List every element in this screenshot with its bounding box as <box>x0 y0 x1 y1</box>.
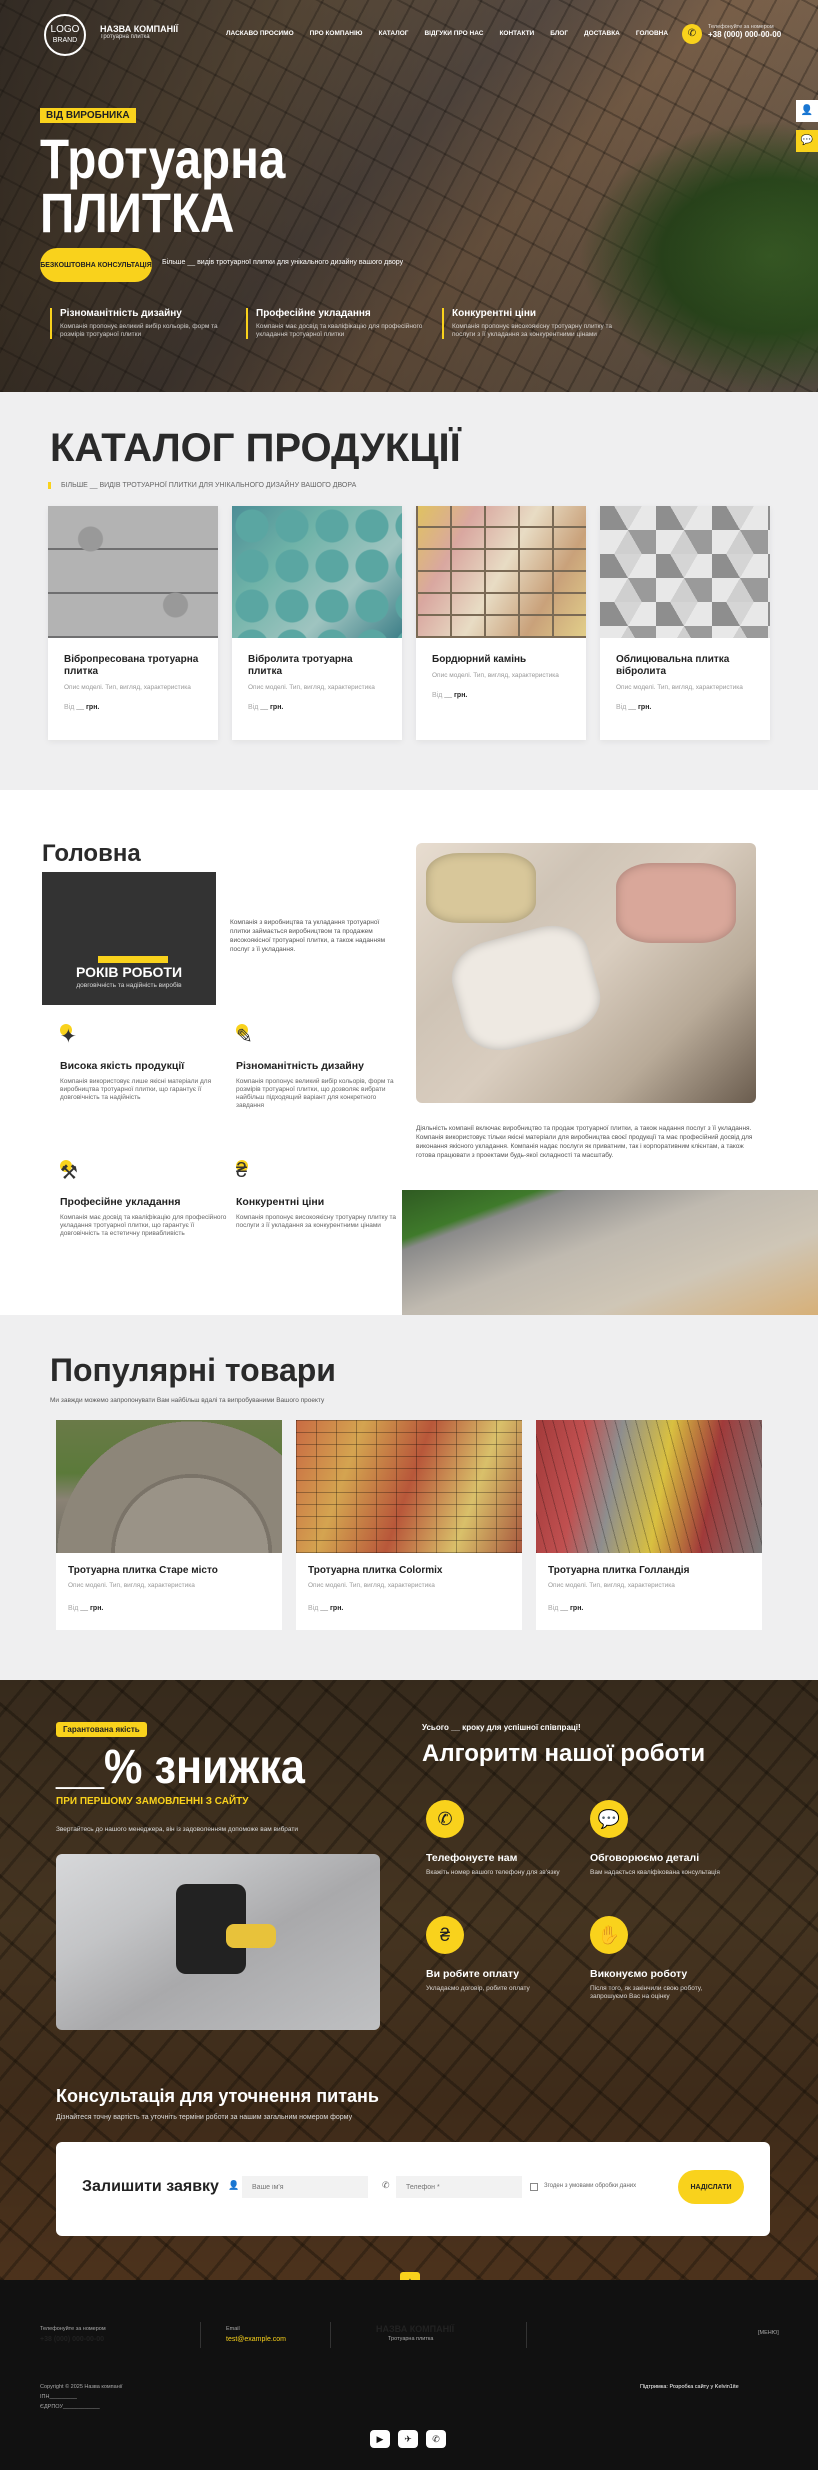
about-text: Компанія з виробництва та укладання трот… <box>230 919 386 953</box>
about-description: Діяльність компанії включає виробництво … <box>416 1125 753 1159</box>
company-name: НАЗВА КОМПАНІЇ Тротуарна плитка <box>100 24 179 40</box>
nav-item[interactable]: КОНТАКТИ <box>499 30 534 37</box>
agree-checkbox[interactable] <box>530 2183 538 2191</box>
design-icon: ✎ <box>236 1024 266 1050</box>
agree-label: Згоден з умовами обробки даних <box>544 2183 637 2189</box>
product-card[interactable]: Бордюрний камінь Опис моделі. Тип, вигляд… <box>416 506 586 740</box>
popular-title: Популярні товари <box>50 1352 336 1388</box>
advantage: ✦ Висока якість продукції Компанія викорис… <box>60 1024 212 1101</box>
product-image <box>48 506 218 638</box>
consultation-title: Консультація для уточнення питань <box>56 2086 379 2106</box>
nav-item[interactable]: КАТАЛОГ <box>378 30 408 37</box>
hero-title: Тротуарна <box>40 127 286 190</box>
product-card[interactable]: Вібролита тротуарна плитка Опис моделі. Т… <box>232 506 402 740</box>
nav-item[interactable]: ПРО КОМПАНІЮ <box>310 30 363 37</box>
algorithm-title: Алгоритм нашої роботи <box>422 1740 706 1767</box>
footer-phone[interactable]: +38 (000) 000-00-00 <box>40 2336 104 2343</box>
product-image <box>536 1420 762 1553</box>
step: 💬 Обговорюємо деталі Вам надається кваліфі… <box>590 1800 740 1877</box>
product-image <box>232 506 402 638</box>
hero-badge: ВІД ВИРОБНИКА <box>40 108 136 123</box>
algorithm-pretitle: Усього __ кроку для успішної співпраці! <box>422 1723 581 1732</box>
developer-link[interactable]: Підтримка: Розробка сайту у Kelvin1ite <box>640 2384 739 2390</box>
popular-card[interactable]: Тротуарна плитка Colormix Опис моделі. Ти… <box>296 1420 522 1630</box>
product-card[interactable]: Вібропресована тротуарна плитка Опис моде… <box>48 506 218 740</box>
logo[interactable]: LOGO BRAND <box>44 14 86 56</box>
hero-subtitle: Більше __ видів тротуарної плитки для ун… <box>162 259 404 266</box>
discount-subtitle: ПРИ ПЕРШОМУ ЗАМОВЛЕННІ З САЙТУ <box>56 1796 249 1807</box>
catalog-subtitle: БІЛЬШЕ __ ВИДІВ ТРОТУАРНОЇ ПЛИТКИ ДЛЯ УН… <box>48 482 356 489</box>
phone-icon[interactable]: ✆ <box>682 24 702 44</box>
product-card[interactable]: Облицювальна плитка вібролита Опис моделі… <box>600 506 770 740</box>
hero-feature: Професійне укладання Компанія має досвід … <box>246 308 436 339</box>
nav-item[interactable]: ВІДГУКИ ПРО НАС <box>424 30 483 37</box>
send-button[interactable]: НАДІСЛАТИ <box>678 2170 744 2204</box>
phone-input[interactable] <box>396 2176 522 2198</box>
chat-icon: 💬 <box>590 1800 628 1838</box>
request-form: Залишити заявку 👤 ✆ Згоден з умовами обр… <box>56 2142 770 2236</box>
advantage: ₴ Конкурентні ціни Компанія пропонує висок… <box>236 1160 397 1229</box>
laying-photo <box>56 1854 380 2030</box>
main-nav: ЛАСКАВО ПРОСИМО ПРО КОМПАНІЮ КАТАЛОГ ВІД… <box>226 30 668 37</box>
consultation-button[interactable]: БЕЗКОШТОВНА КОНСУЛЬТАЦІЯ <box>40 248 152 282</box>
form-title: Залишити заявку <box>82 2178 219 2195</box>
step: ₴ Ви робите оплату Укладаємо договір, роби… <box>426 1916 576 1993</box>
hand-icon: ✋ <box>590 1916 628 1954</box>
step: ✆ Телефонуєте нам Вкажіть номер вашого тел… <box>426 1800 576 1877</box>
product-image <box>416 506 586 638</box>
consultation-subtitle: Дізнайтеся точну вартість та уточніть те… <box>56 2114 353 2121</box>
user-icon[interactable]: 👤 <box>796 100 818 122</box>
chat-icon[interactable]: 💬 <box>796 130 818 152</box>
footer-email[interactable]: test@example.com <box>226 2336 286 2343</box>
promo-text: Звертайтесь до нашого менеджера, він із … <box>56 1826 298 1833</box>
tile-photo <box>416 843 756 1103</box>
popular-card[interactable]: Тротуарна плитка Старе місто Опис моделі.… <box>56 1420 282 1630</box>
about-title: Головна <box>42 840 141 867</box>
header-phone[interactable]: Телефонуйте за номером +38 (000) 000-00-0… <box>708 24 781 39</box>
hero-feature: Різноманітність дизайну Компанія пропонує… <box>50 308 240 339</box>
youtube-icon[interactable]: ▶ <box>370 2430 390 2448</box>
price-icon: ₴ <box>236 1160 266 1186</box>
nav-item[interactable]: ГОЛОВНА <box>636 30 668 37</box>
tools-icon: ⚒ <box>60 1160 90 1186</box>
telegram-icon[interactable]: ✈ <box>398 2430 418 2448</box>
footer-menu[interactable]: [МЕНЮ] <box>758 2330 779 2336</box>
nav-item[interactable]: ЛАСКАВО ПРОСИМО <box>226 30 294 37</box>
product-image <box>296 1420 522 1553</box>
years-box: РОКІВ РОБОТИ довговічність та надійність… <box>42 872 216 1005</box>
hero-feature: Конкурентні ціни Компанія пропонує високо… <box>442 308 632 339</box>
catalog-title: КАТАЛОГ ПРОДУКЦІЇ <box>50 426 461 470</box>
step: ✋ Виконуємо роботу Після того, як закінчил… <box>590 1916 740 2001</box>
advantage: ⚒ Професійне укладання Компанія має досвід… <box>60 1160 227 1237</box>
discount-title: __% знижка <box>56 1741 305 1794</box>
viber-icon[interactable]: ✆ <box>426 2430 446 2448</box>
popular-card[interactable]: Тротуарна плитка Голландія Опис моделі. Т… <box>536 1420 762 1630</box>
popular-subtitle: Ми завжди можемо запропонувати Вам найбі… <box>50 1397 325 1404</box>
advantage: ✎ Різноманітність дизайну Компанія пропону… <box>236 1024 394 1109</box>
quality-badge: Гарантована якість <box>56 1722 147 1737</box>
wallet-icon: ₴ <box>426 1916 464 1954</box>
name-input[interactable] <box>242 2176 368 2198</box>
nav-item[interactable]: БЛОГ <box>550 30 568 37</box>
hero-title-2: ПЛИТКА <box>40 181 235 244</box>
phone-icon: ✆ <box>382 2180 390 2190</box>
footer-company: НАЗВА КОМПАНІЇ <box>376 2324 455 2334</box>
nav-item[interactable]: ДОСТАВКА <box>584 30 620 37</box>
phone-icon: ✆ <box>426 1800 464 1838</box>
product-image <box>56 1420 282 1553</box>
product-image <box>600 506 770 638</box>
curb-photo <box>402 1190 818 1315</box>
quality-icon: ✦ <box>60 1024 90 1050</box>
user-icon: 👤 <box>228 2180 240 2190</box>
